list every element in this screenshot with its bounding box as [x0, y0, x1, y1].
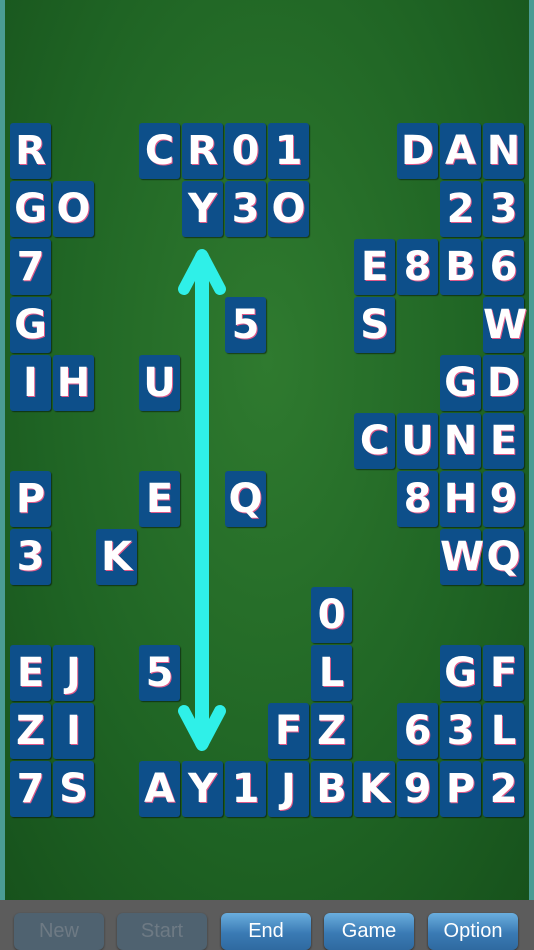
tile[interactable]: H — [440, 471, 481, 527]
tile[interactable]: W — [440, 529, 484, 585]
tile[interactable]: L — [483, 703, 524, 759]
tile[interactable]: 0 — [225, 123, 266, 179]
tile[interactable]: G — [10, 181, 51, 237]
tile[interactable]: 3 — [225, 181, 266, 237]
tile[interactable]: 3 — [483, 181, 524, 237]
bottom-toolbar: New Start End Game Option — [0, 900, 534, 950]
tile[interactable]: E — [10, 645, 51, 701]
tile[interactable]: 8 — [397, 471, 438, 527]
tile[interactable]: 3 — [440, 703, 481, 759]
tile[interactable]: P — [440, 761, 481, 817]
tile[interactable]: 7 — [10, 239, 51, 295]
new-button[interactable]: New — [14, 913, 104, 950]
tile[interactable]: D — [397, 123, 438, 179]
tile[interactable]: 1 — [268, 123, 309, 179]
tile[interactable]: 5 — [139, 645, 180, 701]
start-button[interactable]: Start — [117, 913, 207, 950]
tile[interactable]: G — [440, 355, 481, 411]
tile[interactable]: Q — [225, 471, 266, 527]
tile[interactable]: K — [96, 529, 137, 585]
tile[interactable]: P — [10, 471, 51, 527]
tile[interactable]: U — [397, 413, 438, 469]
tile[interactable]: W — [483, 297, 527, 353]
tile[interactable]: E — [139, 471, 180, 527]
end-button[interactable]: End — [221, 913, 311, 950]
tile[interactable]: 2 — [483, 761, 524, 817]
tile[interactable]: C — [139, 123, 180, 179]
tile[interactable]: U — [139, 355, 180, 411]
game-board: RCR01DANGOY3O237E8B6G5SWIHUGDCUNEPEQ8H93… — [0, 0, 534, 900]
tile[interactable]: I — [10, 355, 51, 411]
tile[interactable]: B — [440, 239, 481, 295]
tile[interactable]: 8 — [397, 239, 438, 295]
tile[interactable]: Z — [311, 703, 352, 759]
tile[interactable]: 6 — [483, 239, 524, 295]
tile[interactable]: 3 — [10, 529, 51, 585]
tile[interactable]: A — [440, 123, 481, 179]
game-button[interactable]: Game — [324, 913, 414, 950]
tile[interactable]: R — [182, 123, 223, 179]
tile[interactable]: O — [268, 181, 309, 237]
tile[interactable]: 2 — [440, 181, 481, 237]
option-button[interactable]: Option — [428, 913, 518, 950]
tile[interactable]: Z — [10, 703, 51, 759]
tile[interactable]: Q — [483, 529, 524, 585]
tile[interactable]: L — [311, 645, 352, 701]
tile[interactable]: H — [53, 355, 94, 411]
tile[interactable]: S — [354, 297, 395, 353]
tile[interactable]: 5 — [225, 297, 266, 353]
tile[interactable]: 9 — [397, 761, 438, 817]
tile[interactable]: K — [354, 761, 395, 817]
tile[interactable]: Y — [182, 181, 223, 237]
tile[interactable]: J — [53, 645, 94, 701]
tile[interactable]: 1 — [225, 761, 266, 817]
tile[interactable]: C — [354, 413, 395, 469]
tile[interactable]: A — [139, 761, 180, 817]
tile[interactable]: O — [53, 181, 94, 237]
tile[interactable]: S — [53, 761, 94, 817]
tile[interactable]: F — [483, 645, 524, 701]
tile[interactable]: J — [268, 761, 309, 817]
tile[interactable]: E — [354, 239, 395, 295]
tile[interactable]: R — [10, 123, 51, 179]
tile[interactable]: G — [10, 297, 51, 353]
tile[interactable]: N — [483, 123, 524, 179]
tile[interactable]: 7 — [10, 761, 51, 817]
tile[interactable]: 6 — [397, 703, 438, 759]
tile[interactable]: F — [268, 703, 309, 759]
tile[interactable]: G — [440, 645, 481, 701]
tile[interactable]: D — [483, 355, 524, 411]
tile[interactable]: Y — [182, 761, 223, 817]
tile[interactable]: B — [311, 761, 352, 817]
tile[interactable]: 0 — [311, 587, 352, 643]
tile[interactable]: N — [440, 413, 481, 469]
tile[interactable]: I — [53, 703, 94, 759]
tile[interactable]: E — [483, 413, 524, 469]
tile[interactable]: 9 — [483, 471, 524, 527]
